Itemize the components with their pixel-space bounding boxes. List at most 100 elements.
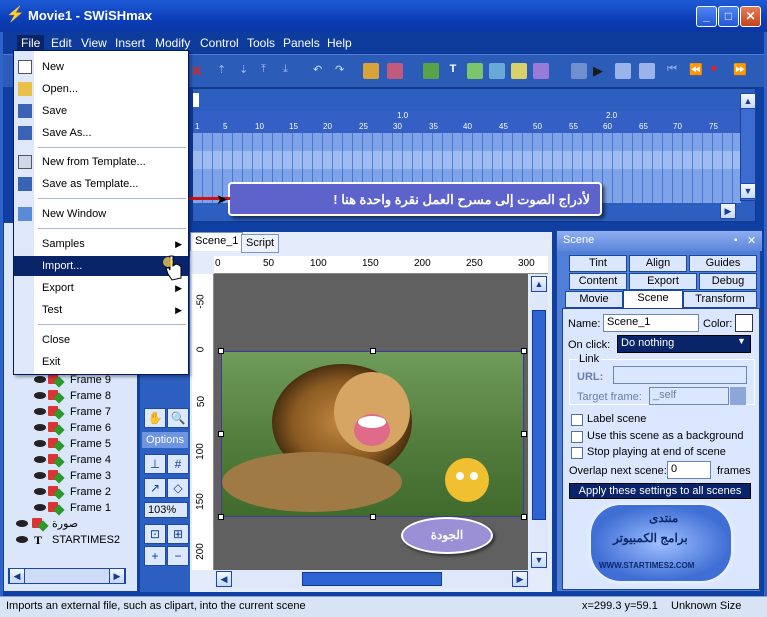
overlap-input[interactable]: 0 [667,461,711,479]
panel-close-icon[interactable]: ✕ [747,234,756,247]
selection-handle[interactable] [218,431,224,437]
tab-align[interactable]: Align [629,255,687,272]
scroll-up-icon[interactable]: ▲ [740,93,756,109]
insert-image-icon[interactable] [511,63,527,79]
chevron-down-icon[interactable] [730,387,746,405]
menu-view[interactable]: View [81,36,107,50]
target-select[interactable]: _self [649,387,729,405]
selection-handle[interactable] [370,348,376,354]
label-scene-checkbox[interactable] [571,414,583,426]
menu-item-test[interactable]: Test ▶ [14,300,188,320]
snap-icon[interactable]: ⊥ [144,454,166,474]
eye-icon[interactable] [34,504,46,511]
selection-handle[interactable] [521,431,527,437]
hand-tool-icon[interactable]: ✋ [144,408,166,428]
scroll-right-icon[interactable]: ▶ [109,568,125,584]
eye-icon[interactable] [34,376,46,383]
tree-row[interactable]: Frame 2 [8,484,133,500]
scene-name-input[interactable]: Scene_1 [603,314,699,332]
tab-debug[interactable]: Debug [699,273,757,290]
selection-handle[interactable] [218,348,224,354]
zoom-select[interactable]: 103% [144,502,188,518]
menu-item-save-as[interactable]: Save As... [14,123,188,143]
next-frame-icon[interactable]: ⏩ [733,63,749,79]
scroll-left-icon[interactable]: ◀ [9,568,25,584]
insert-scene-icon[interactable] [423,63,439,79]
tab-tint[interactable]: Tint [569,255,627,272]
eye-icon[interactable] [34,440,46,447]
color-swatch[interactable] [735,314,753,332]
zoom-in-icon[interactable]: + [144,546,166,566]
timeline-track[interactable] [193,151,741,169]
tab-scene[interactable]: Scene_1 [190,232,244,251]
menu-item-open[interactable]: Open... [14,79,188,99]
send-backward-icon[interactable]: ⇣ [239,63,255,79]
url-input[interactable] [613,366,747,384]
onclick-select[interactable]: Do nothing [617,335,751,353]
insert-text-icon[interactable]: T [445,63,461,79]
maximize-button[interactable]: □ [718,6,739,27]
menu-item-new-window[interactable]: New Window [14,204,188,224]
menu-tools[interactable]: Tools [247,36,275,50]
undo-icon[interactable]: ↶ [313,63,329,79]
curve-icon[interactable]: ↗ [144,478,166,498]
tree-row[interactable]: Frame 8 [8,388,133,404]
tree-row[interactable]: Frame 6 [8,420,133,436]
insert-button-icon[interactable] [467,63,483,79]
tab-export[interactable]: Export [629,273,697,290]
book-icon[interactable] [387,63,403,79]
menu-item-new[interactable]: New [14,57,188,77]
zoom-100-icon[interactable]: ⊞ [167,524,189,544]
scroll-up-icon[interactable]: ▲ [531,276,547,292]
scroll-thumb[interactable] [302,572,442,586]
tree-row[interactable]: Frame 1 [8,500,133,516]
eye-icon[interactable] [34,408,46,415]
tree-row[interactable]: T STARTIMES2 [8,532,133,548]
scroll-left-icon[interactable]: ◀ [216,571,232,587]
redo-icon[interactable]: ↷ [335,63,351,79]
close-button[interactable]: ✕ [740,6,761,27]
stage-hscroll[interactable]: ◀ ▶ [214,570,530,588]
play-timeline-icon[interactable] [615,63,631,79]
eye-icon[interactable] [34,456,46,463]
eye-icon[interactable] [34,424,46,431]
menu-panels[interactable]: Panels [283,36,320,50]
stop-icon[interactable] [571,63,587,79]
scroll-thumb[interactable] [532,310,546,520]
menu-insert[interactable]: Insert [115,36,145,50]
grid-icon[interactable]: # [167,454,189,474]
stage-vscroll[interactable]: ▲ ▼ [530,274,548,570]
zoom-tool-icon[interactable]: 🔍 [167,408,189,428]
delete-icon[interactable]: ✕ [191,63,207,79]
menu-control[interactable]: Control [200,36,239,50]
menu-item-samples[interactable]: Samples ▶ [14,234,188,254]
selection-handle[interactable] [218,514,224,520]
first-frame-icon[interactable]: ⏮ [667,63,683,79]
insert-content-icon[interactable] [533,63,549,79]
minimize-button[interactable]: _ [696,6,717,27]
tree-row[interactable]: Frame 4 [8,452,133,468]
send-back-icon[interactable]: ⤓ [283,63,299,79]
chevron-down-icon[interactable]: ▼ [737,336,746,346]
eye-icon[interactable] [16,520,28,527]
menu-edit[interactable]: Edit [51,36,72,50]
selection-handle[interactable] [370,514,376,520]
menu-item-new-template[interactable]: New from Template... [14,152,188,172]
zoom-out-icon[interactable]: − [167,546,189,566]
menu-item-exit[interactable]: Exit [14,352,188,372]
scroll-right-icon[interactable]: ▶ [512,571,528,587]
eye-icon[interactable] [34,472,46,479]
panel-pin-icon[interactable]: ▪ [734,235,738,246]
tab-guides[interactable]: Guides [689,255,757,272]
menu-item-save[interactable]: Save [14,101,188,121]
tab-content[interactable]: Content [569,273,627,290]
play-effect-icon[interactable] [639,63,655,79]
record-icon[interactable]: ⏺ [711,63,727,79]
tab-script[interactable]: Script [241,234,280,253]
bring-forward-icon[interactable]: ⇡ [217,63,233,79]
selection-handle[interactable] [521,348,527,354]
eye-icon[interactable] [16,536,28,543]
scroll-down-icon[interactable]: ▼ [531,552,547,568]
tree-row[interactable]: Frame 7 [8,404,133,420]
tree-row[interactable]: صورة [8,516,133,532]
